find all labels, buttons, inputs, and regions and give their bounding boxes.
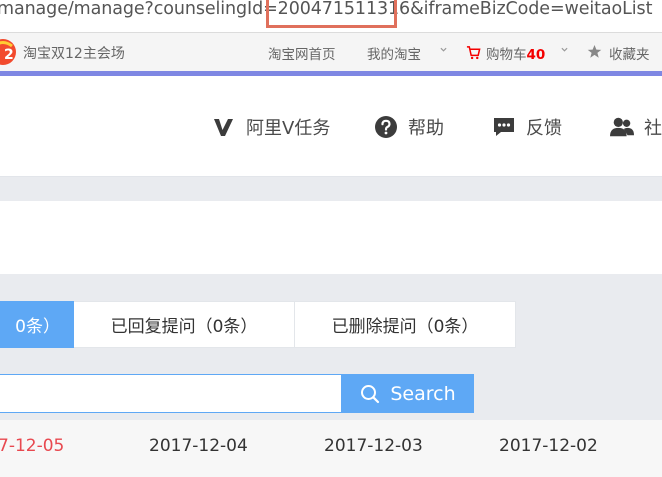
- favorites-link[interactable]: 收藏夹: [609, 43, 650, 63]
- date-item[interactable]: 2017-12-02: [499, 436, 598, 456]
- star-icon: [587, 44, 602, 58]
- cart-link[interactable]: 购物车40: [486, 43, 545, 63]
- help-icon: [375, 116, 397, 138]
- chat-icon: [494, 118, 514, 136]
- svg-text:2: 2: [4, 47, 14, 63]
- search-button[interactable]: Search: [342, 374, 474, 413]
- taobao-top-bar: 2 淘宝双12主会场 淘宝网首页 我的淘宝 购物车40 收藏夹: [0, 33, 662, 71]
- nav-help-label: 帮助: [408, 118, 444, 139]
- cart-label: 购物车: [486, 47, 527, 63]
- search-input[interactable]: [0, 374, 342, 413]
- address-bar[interactable]: manage/manage?counselingId=200471511316&…: [0, 0, 662, 33]
- tab-deleted-label: 已删除提问（0条）: [331, 317, 479, 337]
- v-icon: [214, 119, 233, 136]
- tab-replied-label: 已回复提问（0条）: [110, 317, 258, 337]
- chevron-down-icon: [561, 47, 568, 52]
- content-band: [0, 201, 662, 274]
- tab-replied[interactable]: 已回复提问（0条）: [74, 301, 295, 348]
- url-prefix: manage/manage?counselingId=: [0, 0, 278, 19]
- cart-icon: [466, 46, 481, 60]
- nav-feedback-label: 反馈: [526, 118, 562, 139]
- date-filter-row: 7-12-05 2017-12-04 2017-12-03 2017-12-02: [0, 420, 662, 477]
- tab-unreplied-label: 0条）: [15, 317, 60, 337]
- search-icon: [361, 384, 380, 403]
- tab-unreplied[interactable]: 0条）: [0, 301, 74, 348]
- taobao-home-link[interactable]: 淘宝网首页: [268, 43, 336, 63]
- promo-link[interactable]: 淘宝双12主会场: [23, 43, 125, 63]
- nav-feedback[interactable]: 反馈: [492, 114, 562, 140]
- date-item-selected[interactable]: 7-12-05: [0, 436, 64, 456]
- nav-community-label: 社: [644, 118, 662, 139]
- double-12-logo-icon[interactable]: 2: [0, 37, 18, 67]
- nav-ali-v-task[interactable]: 阿里V任务: [212, 114, 330, 140]
- id-highlight-box: [266, 0, 397, 28]
- tab-deleted[interactable]: 已删除提问（0条）: [294, 301, 516, 348]
- cart-count: 40: [526, 47, 546, 63]
- chevron-down-icon: [440, 47, 447, 52]
- nav-help[interactable]: 帮助: [374, 114, 444, 140]
- nav-ali-v-task-label: 阿里V任务: [246, 118, 331, 139]
- main-header: 阿里V任务 帮助 反馈 社: [0, 76, 662, 177]
- url-suffix: &iframeBizCode=weitaoList: [410, 0, 653, 19]
- users-icon: [610, 117, 634, 137]
- date-item[interactable]: 2017-12-03: [324, 436, 423, 456]
- nav-community[interactable]: 社: [610, 114, 662, 140]
- date-item[interactable]: 2017-12-04: [149, 436, 248, 456]
- my-taobao-link[interactable]: 我的淘宝: [367, 43, 421, 63]
- search-button-label: Search: [390, 382, 456, 405]
